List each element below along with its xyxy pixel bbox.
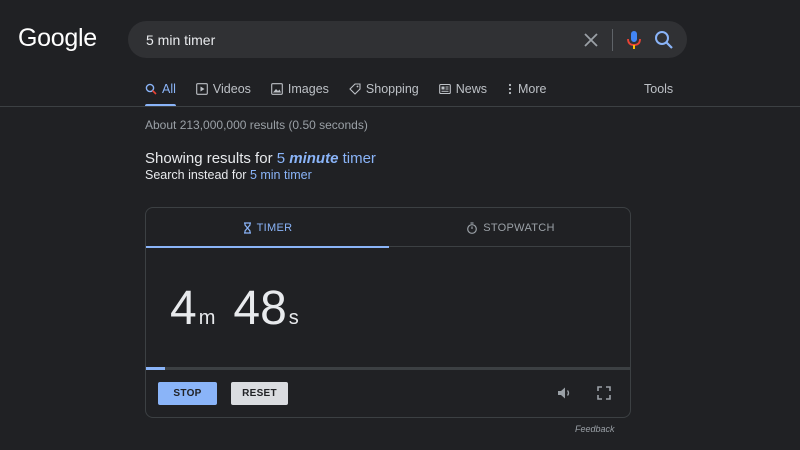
microphone-icon[interactable] — [622, 28, 646, 52]
timer-tabs: TIMER STOPWATCH — [146, 208, 632, 248]
tools-button[interactable]: Tools — [644, 82, 673, 96]
feedback-link[interactable]: Feedback — [575, 424, 615, 434]
dots-vertical-icon — [508, 83, 512, 95]
search-input[interactable]: 5 min timer — [146, 32, 215, 48]
tab-label: More — [518, 82, 547, 96]
correction-prefix: Showing results for — [145, 150, 273, 167]
search-divider — [612, 29, 613, 51]
timer-card: TIMER STOPWATCH 4 m 48 s STOP RESET — [145, 207, 631, 418]
timer-minutes: 4 — [170, 282, 197, 335]
search-instead: Search instead for 5 min timer — [145, 168, 312, 182]
tab-timer-label: TIMER — [256, 221, 293, 234]
image-icon — [271, 83, 283, 95]
play-icon — [196, 83, 208, 95]
header-divider — [0, 106, 800, 107]
tab-label: Shopping — [365, 82, 419, 96]
hourglass-icon — [243, 221, 251, 234]
google-logo[interactable]: Google — [18, 24, 97, 53]
tab-images[interactable]: Images — [271, 79, 329, 99]
timer-minutes-unit: m — [198, 307, 216, 329]
search-icon — [145, 83, 157, 95]
search-icon[interactable] — [652, 28, 676, 52]
original-query-link[interactable]: 5 min timer — [250, 168, 312, 182]
tab-news[interactable]: News — [438, 79, 487, 99]
tab-stopwatch-label: STOPWATCH — [483, 221, 555, 234]
timer-display[interactable]: 4 m 48 s — [170, 281, 299, 336]
tab-label: All — [162, 82, 176, 96]
tab-stopwatch[interactable]: STOPWATCH — [389, 208, 632, 247]
tab-timer[interactable]: TIMER — [146, 208, 389, 248]
search-tabs: All Videos Images Shopping News More — [145, 79, 566, 107]
tab-shopping[interactable]: Shopping — [349, 79, 419, 99]
stopwatch-icon — [467, 221, 478, 234]
tab-videos[interactable]: Videos — [196, 79, 251, 99]
volume-icon[interactable] — [555, 383, 575, 403]
tab-all[interactable]: All — [145, 79, 176, 107]
result-stats: About 213,000,000 results (0.50 seconds) — [145, 118, 368, 132]
timer-progress-fill — [146, 367, 166, 370]
timer-seconds-unit: s — [288, 307, 299, 329]
tab-more[interactable]: More — [507, 79, 546, 99]
instead-prefix: Search instead for — [145, 168, 247, 182]
reset-button[interactable]: RESET — [231, 382, 288, 405]
search-box[interactable]: 5 min timer — [128, 21, 687, 58]
clear-icon[interactable] — [580, 29, 602, 51]
spelling-correction: Showing results for 5 minute timer — [145, 150, 376, 167]
tab-label: News — [455, 82, 487, 96]
timer-progress-track — [146, 367, 630, 370]
tag-icon — [349, 83, 361, 95]
tab-label: Videos — [212, 82, 251, 96]
tab-label: Images — [287, 82, 329, 96]
timer-seconds: 48 — [233, 282, 287, 335]
corrected-query-link[interactable]: 5 minute timer — [277, 150, 376, 167]
stop-button[interactable]: STOP — [158, 382, 217, 405]
fullscreen-icon[interactable] — [594, 383, 614, 403]
news-icon — [438, 83, 451, 95]
